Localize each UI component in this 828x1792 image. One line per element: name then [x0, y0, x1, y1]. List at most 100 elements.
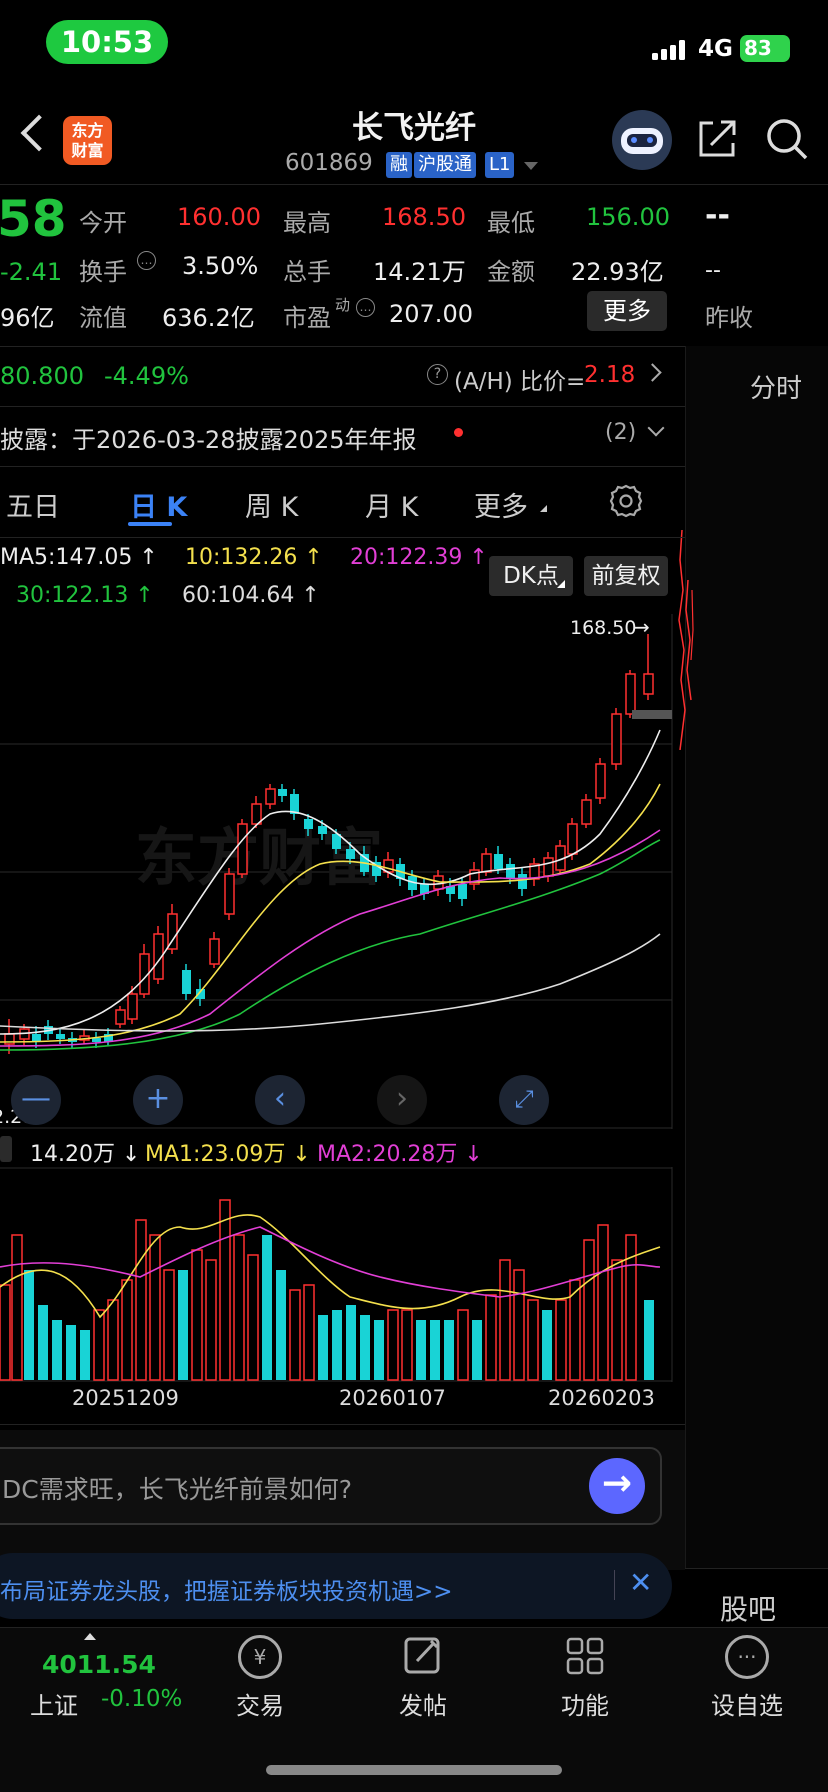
function-grid-icon[interactable]: [565, 1636, 605, 1676]
volume-bar: [644, 1300, 654, 1380]
volume-menu-icon[interactable]: [0, 1136, 12, 1162]
fuquan-button[interactable]: 前复权: [584, 556, 668, 596]
help-icon[interactable]: ?: [427, 364, 448, 385]
vol-ma2-line: [0, 1226, 661, 1298]
candle-body: [494, 854, 503, 869]
volume-bar: [205, 1259, 217, 1381]
zoom-out-button[interactable]: —: [11, 1075, 61, 1125]
current-price: 58: [0, 190, 67, 248]
candle-body: [567, 823, 578, 855]
send-arrow-button[interactable]: →: [589, 1458, 645, 1514]
candle-body: [304, 819, 313, 829]
volume-bar: [318, 1315, 328, 1380]
ah-label[interactable]: (A/H) 比价=: [454, 362, 585, 396]
date-label: 20260107: [339, 1386, 446, 1410]
nav-function[interactable]: 功能: [525, 1686, 645, 1721]
candle-body: [611, 713, 622, 765]
volume-bar: [163, 1269, 175, 1381]
candle-body: [481, 853, 492, 873]
vol-ma2-label: MA2:20.28万 ↓: [317, 1142, 483, 1167]
scroll-left-button[interactable]: ‹: [255, 1075, 305, 1125]
candle-body: [581, 799, 592, 825]
volume-bar: [121, 1279, 133, 1381]
volume-bar: [346, 1305, 356, 1380]
home-indicator: [266, 1765, 562, 1775]
index-change[interactable]: -0.10%: [101, 1686, 182, 1712]
tab-guba[interactable]: 股吧: [720, 1588, 776, 1628]
ask-text[interactable]: DC需求旺，长飞光纤前景如何?: [2, 1470, 352, 1506]
volume-bar: [219, 1199, 231, 1381]
volume-bar: [527, 1299, 539, 1381]
pe-superscript: 动: [335, 296, 351, 314]
volume-bar: [191, 1249, 203, 1381]
promo-text[interactable]: 布局证券龙头股，把握证券板块投资机遇>>: [0, 1572, 453, 1606]
candle-body: [625, 673, 636, 715]
share-icon[interactable]: [697, 117, 737, 159]
amount-value: 22.93亿: [571, 258, 664, 286]
volume-label: 14.20万 ↓: [30, 1142, 141, 1167]
tab-daily-k[interactable]: 日 K: [130, 485, 187, 524]
volume-bar: [262, 1235, 272, 1380]
turnover-value: 3.50%: [182, 252, 259, 280]
volume-bar: [0, 1284, 11, 1381]
volume-bar: [233, 1234, 245, 1381]
right-dash-2: --: [705, 258, 721, 283]
amount-label: 金额: [487, 258, 535, 286]
tab-more[interactable]: 更多: [474, 485, 528, 524]
ma20-label: 20:122.39 ↑: [350, 545, 488, 570]
scroll-right-button[interactable]: ›: [377, 1075, 427, 1125]
settings-gear-icon[interactable]: [609, 484, 643, 518]
volume-bar: [472, 1320, 482, 1380]
volume-bar: [107, 1299, 119, 1381]
volume-bar: [401, 1309, 413, 1381]
nav-add-watchlist[interactable]: 设自选: [687, 1686, 807, 1721]
market-cap: 96亿: [0, 304, 55, 332]
index-name[interactable]: 上证: [30, 1686, 78, 1721]
more-button[interactable]: 更多: [587, 291, 667, 331]
tab-weekly-k[interactable]: 周 K: [245, 485, 298, 524]
close-icon[interactable]: ✕: [629, 1566, 652, 1599]
volume-bar: [38, 1305, 48, 1380]
post-edit-icon[interactable]: [403, 1635, 443, 1675]
network-label: 4G: [698, 36, 733, 62]
h-pct: -4.49%: [104, 362, 189, 390]
side-panel: [685, 346, 828, 1568]
volume-chart[interactable]: [0, 1167, 675, 1382]
high-value: 168.50: [382, 203, 466, 231]
tab-monthly-k[interactable]: 月 K: [365, 485, 418, 524]
volume-bar: [374, 1320, 384, 1380]
nav-post[interactable]: 发帖: [363, 1686, 483, 1721]
candle-body: [182, 970, 191, 994]
tab-fenshi[interactable]: 分时: [750, 368, 802, 405]
robot-avatar-icon[interactable]: [612, 110, 672, 170]
disclosure-count[interactable]: (2): [605, 420, 636, 445]
chevron-right-icon[interactable]: [643, 363, 662, 382]
chevron-down-icon[interactable]: [647, 419, 665, 437]
disclosure-text[interactable]: 披露：于2026-03-28披露2025年年报: [0, 420, 417, 455]
search-icon[interactable]: [765, 117, 809, 161]
info-icon[interactable]: …: [137, 251, 156, 270]
index-value[interactable]: 4011.54: [42, 1650, 156, 1679]
fullscreen-button[interactable]: ⤢: [499, 1075, 549, 1125]
volume-bar: [444, 1320, 454, 1380]
dk-corner-icon: [557, 580, 565, 588]
candle-body: [115, 1009, 126, 1025]
stock-code: 601869: [285, 150, 373, 176]
date-label: 20260203: [548, 1386, 655, 1410]
tab-5day[interactable]: 五日: [6, 485, 60, 524]
dk-point-button[interactable]: DK点: [489, 556, 573, 596]
kline-chart[interactable]: 东方财富 168.50 → 2.28: [0, 614, 675, 1129]
trade-icon[interactable]: ¥: [238, 1635, 282, 1679]
volume-bar: [611, 1259, 623, 1381]
pe-value: 207.00: [389, 300, 473, 328]
zoom-in-button[interactable]: +: [133, 1075, 183, 1125]
volume-bar: [52, 1320, 62, 1380]
volume-bar: [485, 1294, 497, 1381]
volume-bar: [360, 1315, 370, 1380]
more-dots-icon[interactable]: ···: [725, 1635, 769, 1679]
high-marker: 168.50: [570, 617, 636, 639]
dropdown-icon[interactable]: [524, 162, 538, 170]
info-icon[interactable]: …: [356, 298, 375, 317]
volume-bar: [332, 1310, 342, 1380]
nav-trade[interactable]: 交易: [200, 1686, 320, 1721]
